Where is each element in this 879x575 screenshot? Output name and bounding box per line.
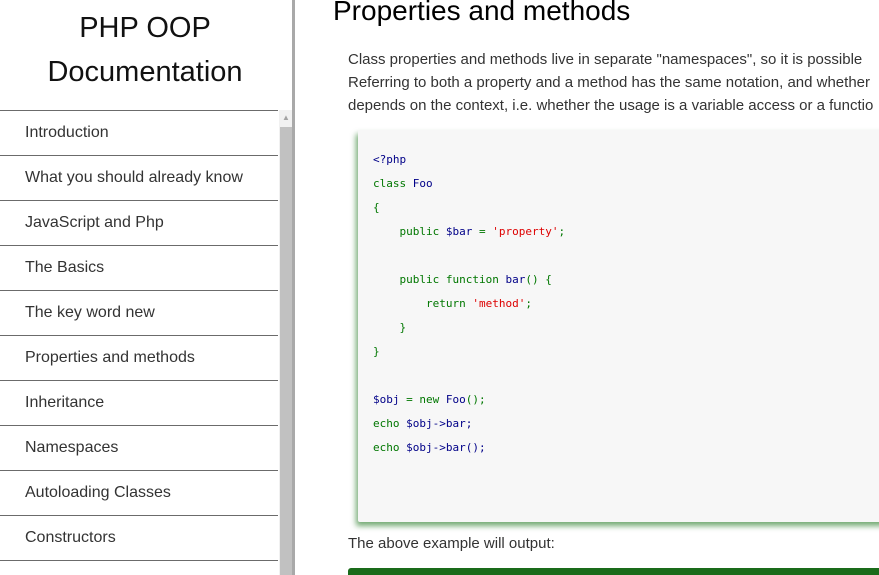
sidebar-item-autoloading-classes[interactable]: Autoloading Classes bbox=[0, 470, 278, 515]
code-echo-1-expr: $obj->bar; bbox=[406, 417, 473, 430]
code-semicolon-2: ; bbox=[525, 297, 532, 310]
sidebar-item-javascript-and-php[interactable]: JavaScript and Php bbox=[0, 200, 278, 245]
code-echo-2: echo bbox=[373, 441, 400, 454]
code-method-sig: () { bbox=[525, 273, 552, 286]
code-class-name: Foo bbox=[412, 177, 433, 190]
sidebar-item-properties-and-methods[interactable]: Properties and methods bbox=[0, 335, 278, 380]
code-open-tag: <?php bbox=[373, 153, 407, 166]
code-return-value: 'method' bbox=[472, 297, 526, 310]
code-brace-close: } bbox=[373, 345, 380, 358]
page: PHP OOP Documentation Introduction What … bbox=[0, 0, 879, 575]
code-public-1: public bbox=[399, 225, 440, 238]
code-class-keyword: class bbox=[373, 177, 407, 190]
output-label: The above example will output: bbox=[348, 535, 555, 552]
sidebar-item-inheritance[interactable]: Inheritance bbox=[0, 380, 278, 425]
intro-line-1: Class properties and methods live in sep… bbox=[348, 51, 863, 68]
code-echo-1: echo bbox=[373, 417, 400, 430]
code-method-name: bar bbox=[505, 273, 526, 286]
code-assign-2: = bbox=[406, 393, 413, 406]
code-semicolon: ; bbox=[558, 225, 566, 238]
sidebar-item-the-basics[interactable]: The Basics bbox=[0, 245, 278, 290]
code-example: <?php class Foo { public $bar = 'propert… bbox=[358, 130, 879, 522]
code-prop-value: 'property' bbox=[492, 225, 559, 238]
sidebar-item-what-you-should-already-know[interactable]: What you should already know bbox=[0, 155, 278, 200]
sidebar: PHP OOP Documentation Introduction What … bbox=[0, 0, 295, 575]
site-title-line2: Documentation bbox=[47, 56, 243, 88]
code-prop-var: $bar bbox=[445, 225, 473, 238]
intro-line-3: depends on the context, i.e. whether the… bbox=[348, 97, 874, 114]
sidebar-item-the-key-word-new[interactable]: The key word new bbox=[0, 290, 278, 335]
site-title[interactable]: PHP OOP Documentation bbox=[0, 6, 290, 94]
code-new-keyword: new bbox=[419, 393, 440, 406]
sidebar-item-namespaces[interactable]: Namespaces bbox=[0, 425, 278, 470]
code-inner-close: } bbox=[399, 321, 407, 334]
sidebar-item-introduction[interactable]: Introduction bbox=[0, 110, 278, 155]
code-assign: = bbox=[479, 225, 486, 238]
scrollbar-thumb[interactable] bbox=[280, 127, 292, 575]
code-new-rest: (); bbox=[465, 393, 486, 406]
site-title-line1: PHP OOP bbox=[79, 12, 211, 44]
code-block: <?php class Foo { public $bar = 'propert… bbox=[373, 148, 565, 460]
code-new-class: Foo bbox=[445, 393, 466, 406]
code-echo-2-expr: $obj->bar(); bbox=[406, 441, 486, 454]
code-obj-var: $obj bbox=[373, 393, 400, 406]
intro-line-2: Referring to both a property and a metho… bbox=[348, 74, 870, 91]
main-content: Properties and methods Class properties … bbox=[298, 0, 879, 575]
code-function-keyword: function bbox=[445, 273, 499, 286]
scroll-up-icon[interactable]: ▲ bbox=[279, 110, 292, 126]
sidebar-scrollbar[interactable]: ▲ bbox=[279, 110, 292, 575]
output-block bbox=[348, 568, 879, 575]
code-return-keyword: return bbox=[425, 297, 466, 310]
sidebar-item-constructors[interactable]: Constructors bbox=[0, 515, 278, 561]
page-title: Properties and methods bbox=[333, 0, 631, 26]
intro-paragraph: Class properties and methods live in sep… bbox=[348, 48, 879, 117]
code-public-2: public bbox=[399, 273, 440, 286]
sidebar-nav: Introduction What you should already kno… bbox=[0, 110, 278, 561]
code-brace-open: { bbox=[373, 201, 380, 214]
